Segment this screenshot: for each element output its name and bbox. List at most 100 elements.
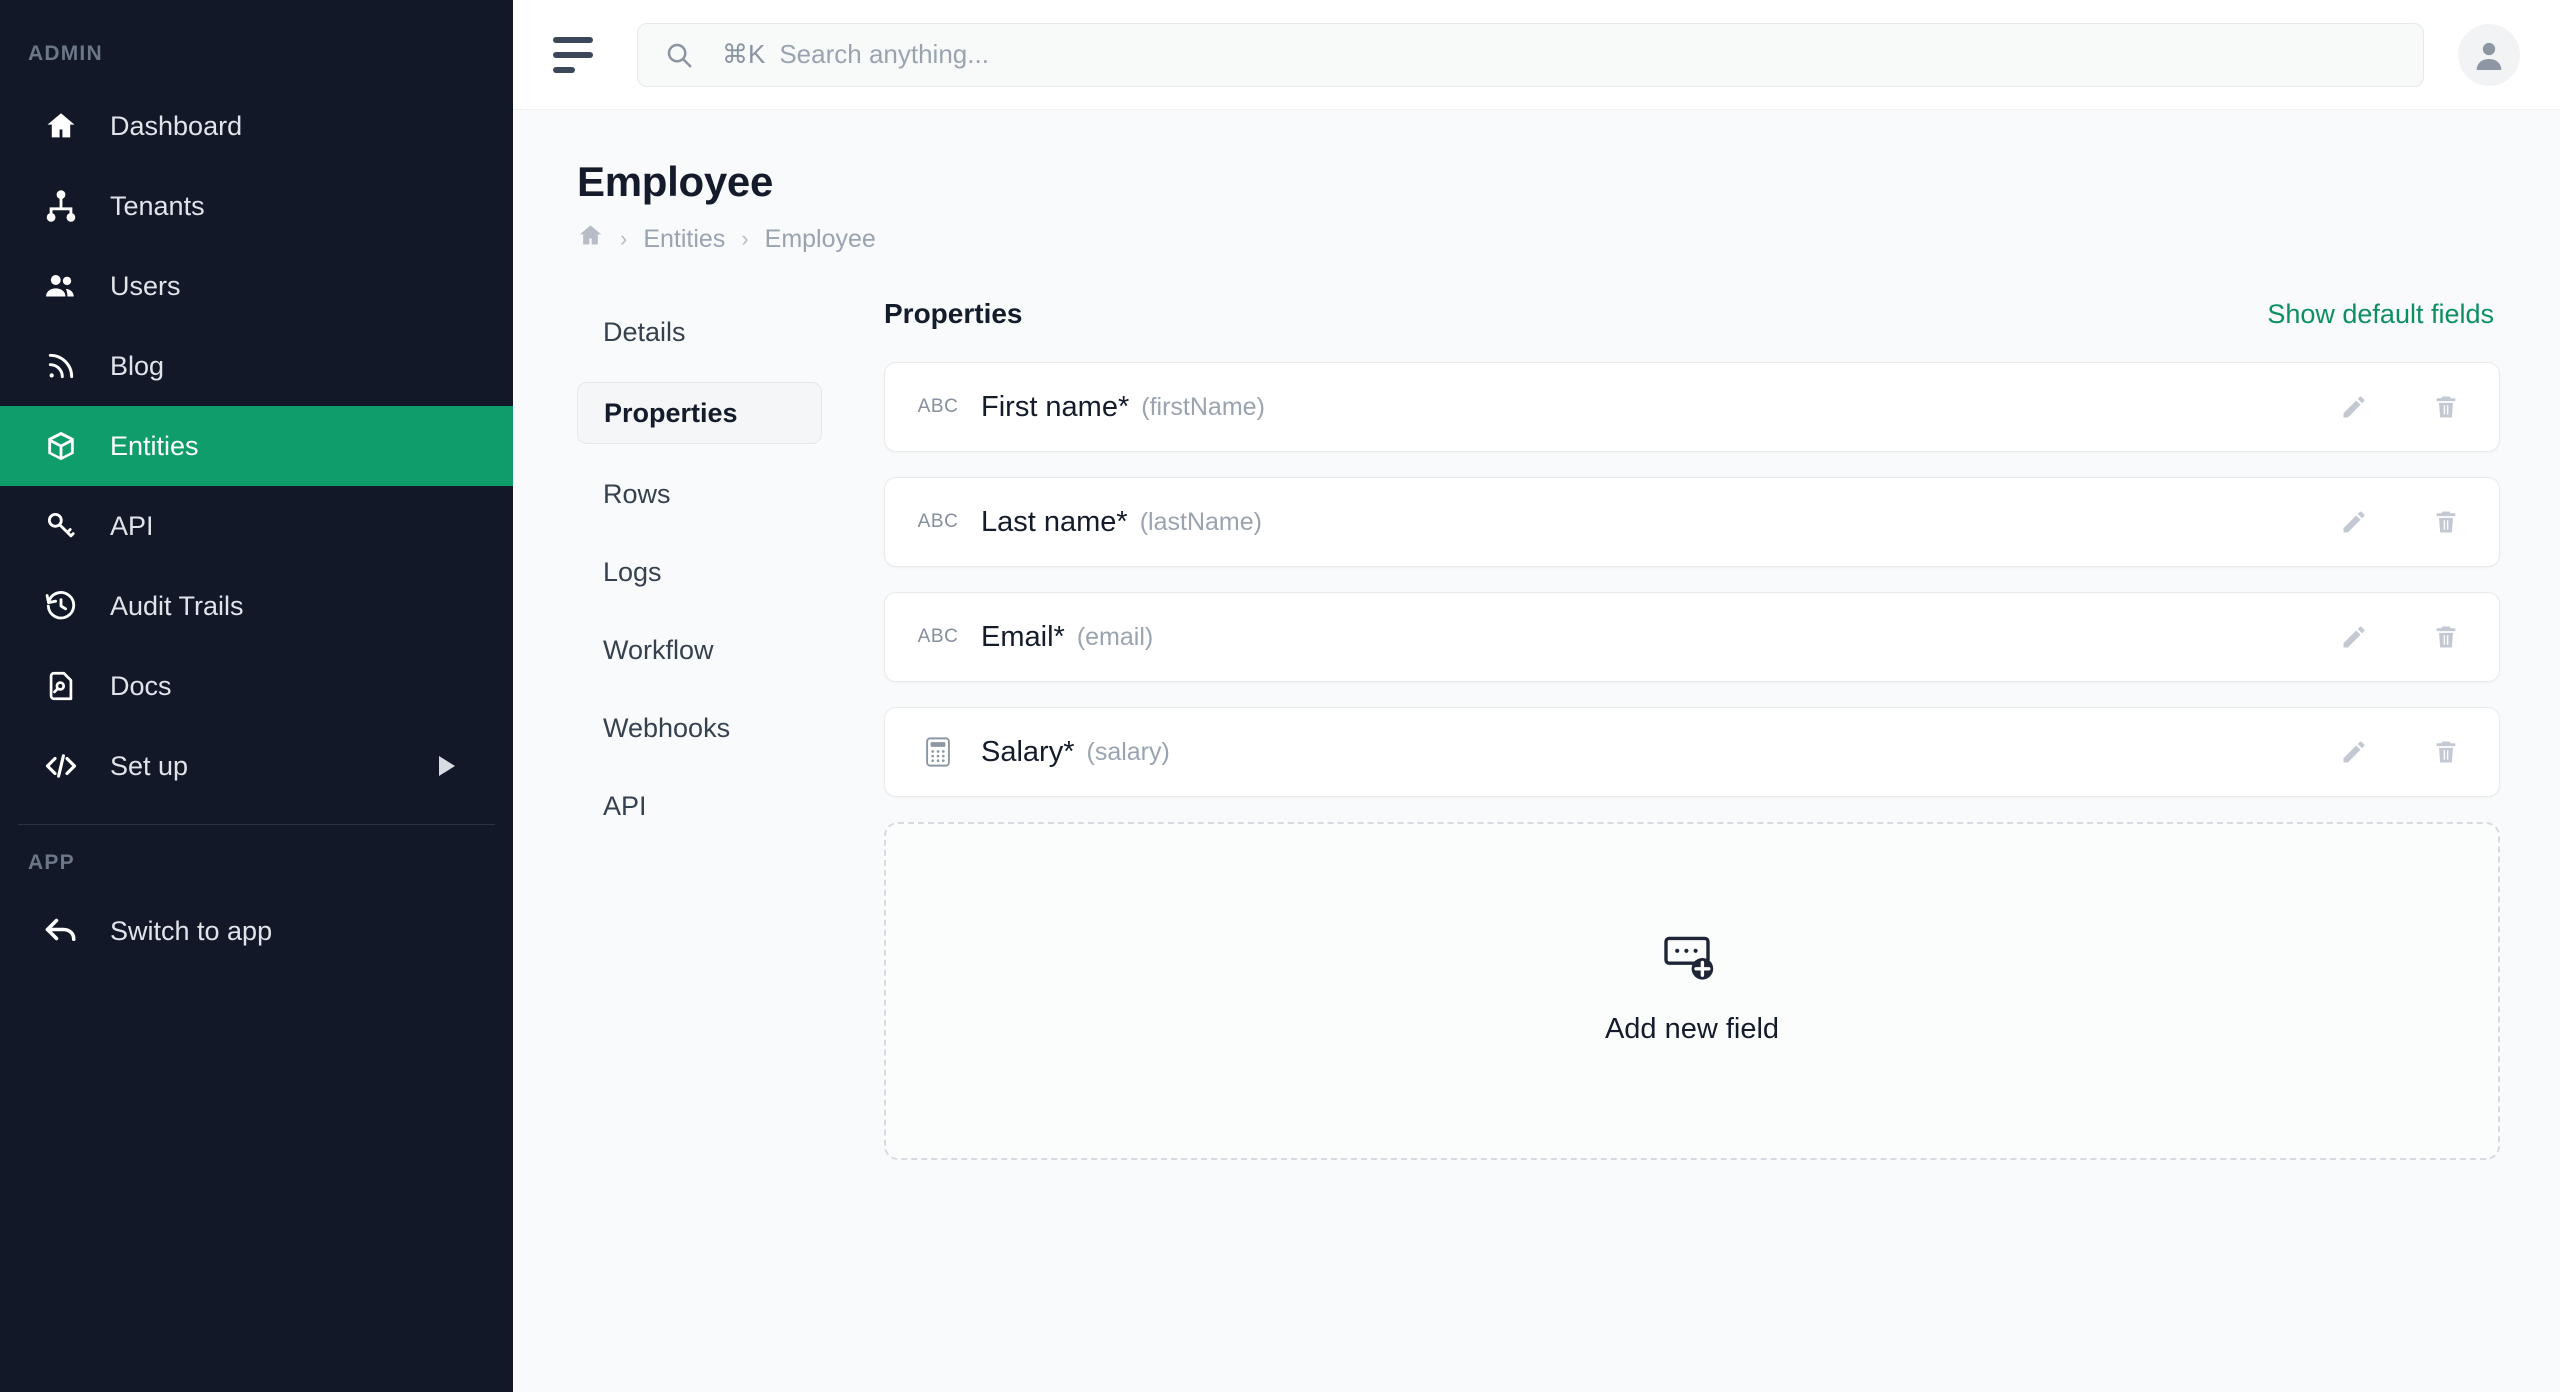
sidebar-item-api[interactable]: API — [0, 486, 513, 566]
properties-panel: Properties Show default fields ABC First… — [822, 298, 2500, 1160]
sidebar-item-dashboard[interactable]: Dashboard — [0, 86, 513, 166]
sidebar-item-docs[interactable]: Docs — [0, 646, 513, 726]
breadcrumb-separator: › — [741, 226, 749, 251]
panel-title: Properties — [884, 298, 1023, 329]
tab-details[interactable]: Details — [577, 304, 822, 360]
breadcrumb-item-employee[interactable]: Employee — [765, 225, 876, 254]
tab-rows[interactable]: Rows — [577, 466, 822, 522]
trash-icon[interactable] — [2429, 390, 2463, 424]
home-icon — [38, 109, 84, 143]
rss-icon — [38, 350, 84, 382]
app-root: ADMIN Dashboard Tenants Users Blog Entit… — [0, 0, 2560, 1392]
body-row: Details Properties Rows Logs Workflow We… — [577, 298, 2500, 1160]
user-avatar-icon — [2476, 42, 2502, 70]
required-mark: * — [1053, 620, 1065, 653]
pencil-icon[interactable] — [2337, 390, 2371, 424]
table-row[interactable]: ABC Email* (email) — [884, 592, 2500, 682]
search-icon — [664, 40, 694, 70]
sidebar-item-blog[interactable]: Blog — [0, 326, 513, 406]
back-arrow-icon — [38, 913, 84, 949]
breadcrumb-item-entities[interactable]: Entities — [643, 225, 725, 254]
panel-header: Properties Show default fields — [884, 298, 2500, 330]
trash-icon[interactable] — [2429, 620, 2463, 654]
sidebar-item-label: API — [110, 510, 154, 541]
sidebar-item-label: Entities — [110, 430, 199, 461]
trash-icon[interactable] — [2429, 505, 2463, 539]
show-default-fields-link[interactable]: Show default fields — [2267, 299, 2494, 330]
add-new-field-button[interactable]: Add new field — [884, 822, 2500, 1160]
sidebar-item-label: Dashboard — [110, 110, 243, 141]
tab-logs[interactable]: Logs — [577, 544, 822, 600]
users-icon — [38, 268, 84, 304]
property-name: Last name* — [981, 505, 1128, 538]
search-placeholder: Search anything... — [779, 39, 989, 69]
sidebar-item-set-up[interactable]: Set up — [0, 726, 513, 806]
key-icon — [38, 509, 84, 543]
sidebar-item-label: Set up — [110, 750, 189, 781]
property-key: (firstName) — [1141, 392, 1265, 421]
sidebar-item-tenants[interactable]: Tenants — [0, 166, 513, 246]
hamburger-icon[interactable] — [553, 28, 607, 82]
code-icon — [38, 748, 84, 784]
required-mark: * — [1063, 735, 1075, 768]
table-row[interactable]: ABC First name* (firstName) — [884, 362, 2500, 452]
tab-workflow[interactable]: Workflow — [577, 622, 822, 678]
sidebar: ADMIN Dashboard Tenants Users Blog Entit… — [0, 0, 513, 1392]
sidebar-item-switch-to-app[interactable]: Switch to app — [0, 891, 513, 971]
chevron-right-icon[interactable] — [439, 756, 455, 776]
sidebar-item-entities[interactable]: Entities — [0, 406, 513, 486]
row-actions — [2337, 505, 2463, 539]
abc-glyph: ABC — [917, 626, 959, 647]
sidebar-item-label: Docs — [110, 670, 172, 701]
cube-icon — [38, 429, 84, 463]
pencil-icon[interactable] — [2337, 620, 2371, 654]
top-bar: ⌘K Search anything... — [513, 0, 2560, 110]
property-key: (lastName) — [1139, 507, 1262, 536]
breadcrumb-separator: › — [620, 226, 628, 251]
table-row[interactable]: ABC Last name* (lastName) — [884, 477, 2500, 567]
sidebar-item-label: Audit Trails — [110, 590, 244, 621]
abc-text-icon: ABC — [917, 511, 959, 533]
trash-icon[interactable] — [2429, 735, 2463, 769]
breadcrumb-home-icon[interactable] — [577, 222, 604, 256]
add-new-field-label: Add new field — [1604, 1013, 1780, 1045]
avatar[interactable] — [2458, 23, 2520, 86]
page-content: Employee › Entities › Employee Details P… — [513, 110, 2560, 1392]
abc-text-icon: ABC — [917, 396, 959, 418]
abc-glyph: ABC — [917, 511, 959, 532]
abc-glyph: ABC — [917, 396, 959, 417]
abc-text-icon: ABC — [917, 626, 959, 648]
required-mark: * — [1116, 505, 1128, 538]
sidebar-item-users[interactable]: Users — [0, 246, 513, 326]
main-area: ⌘K Search anything... Employee › Entitie… — [513, 0, 2560, 1392]
sidebar-section-admin-label: ADMIN — [28, 42, 103, 65]
add-field-icon — [1664, 936, 1720, 991]
search-input[interactable]: ⌘K Search anything... — [637, 22, 2424, 87]
pencil-icon[interactable] — [2337, 735, 2371, 769]
sitemap-icon — [38, 189, 84, 223]
tab-api[interactable]: API — [577, 778, 822, 834]
property-key: (email) — [1076, 622, 1154, 651]
sidebar-item-label: Users — [110, 270, 181, 301]
calculator-number-icon — [917, 737, 959, 767]
property-name: Email* — [981, 620, 1065, 653]
sidebar-item-label: Blog — [110, 350, 165, 381]
breadcrumb: › Entities › Employee — [577, 222, 2500, 256]
sidebar-item-label: Tenants — [110, 190, 205, 221]
property-key: (salary) — [1086, 737, 1170, 766]
property-name: First name* — [981, 390, 1130, 423]
pencil-icon[interactable] — [2337, 505, 2371, 539]
document-search-icon — [38, 669, 84, 703]
sidebar-divider — [18, 824, 495, 825]
sidebar-item-audit-trails[interactable]: Audit Trails — [0, 566, 513, 646]
row-actions — [2337, 620, 2463, 654]
tab-properties[interactable]: Properties — [577, 382, 822, 444]
sidebar-item-label: Switch to app — [110, 915, 273, 946]
table-row[interactable]: Salary* (salary) — [884, 707, 2500, 797]
tab-webhooks[interactable]: Webhooks — [577, 700, 822, 756]
row-actions — [2337, 735, 2463, 769]
property-name: Salary* — [981, 735, 1075, 768]
history-icon — [38, 589, 84, 623]
entity-subnav: Details Properties Rows Logs Workflow We… — [577, 298, 822, 1160]
sidebar-section-app-label: APP — [28, 851, 75, 874]
